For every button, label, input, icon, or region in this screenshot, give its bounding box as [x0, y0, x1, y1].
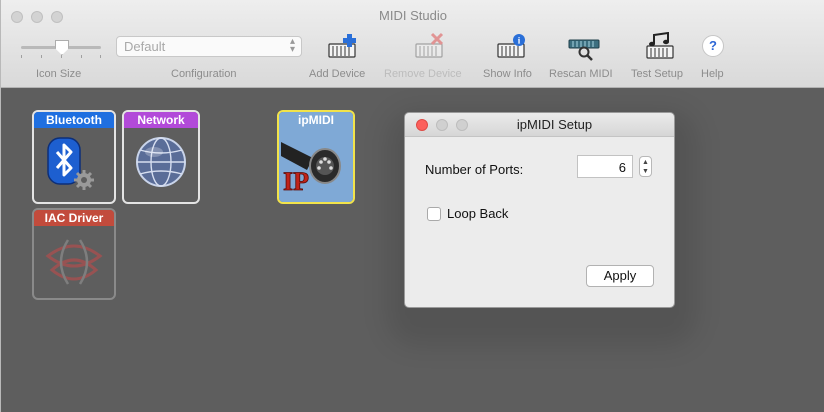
slider-ticks	[21, 55, 101, 59]
show-info-button[interactable]: i	[495, 32, 529, 62]
test-setup-icon	[646, 31, 674, 59]
select-arrows-icon: ▴ ▾	[289, 36, 295, 55]
device-label-ipmidi: ipMIDI	[279, 112, 353, 128]
icon-size-label: Icon Size	[36, 68, 82, 80]
svg-text:IP: IP	[283, 167, 309, 196]
stepper-up-icon[interactable]: ▲	[640, 158, 651, 167]
ports-stepper[interactable]: ▲ ▼	[639, 156, 652, 177]
add-device-icon	[328, 34, 356, 58]
help-label: Help	[701, 68, 724, 80]
configuration-label: Configuration	[171, 68, 237, 80]
remove-device-icon	[415, 32, 444, 58]
remove-device-label: Remove Device	[384, 68, 462, 80]
help-button[interactable]: ?	[702, 35, 724, 57]
help-icon: ?	[709, 38, 717, 53]
apply-button[interactable]: Apply	[586, 265, 654, 287]
network-globe-icon	[124, 128, 198, 202]
number-of-ports-field[interactable]: 6	[577, 155, 633, 178]
loop-back-label: Loop Back	[447, 206, 509, 221]
device-tile-iac-driver[interactable]: IAC Driver	[32, 208, 116, 300]
device-label-bluetooth: Bluetooth	[34, 112, 114, 128]
dialog-title: ipMIDI Setup	[516, 117, 593, 132]
dialog-titlebar: ipMIDI Setup	[405, 113, 674, 137]
device-label-iac-driver: IAC Driver	[34, 210, 114, 226]
number-of-ports-label: Number of Ports:	[425, 162, 524, 177]
device-tile-bluetooth[interactable]: Bluetooth	[32, 110, 116, 204]
device-label-network: Network	[124, 112, 198, 128]
rescan-midi-label: Rescan MIDI	[549, 68, 613, 80]
icon-size-slider-knob[interactable]	[55, 40, 69, 55]
add-device-button[interactable]	[326, 32, 360, 62]
bluetooth-icon	[34, 128, 114, 202]
test-setup-label: Test Setup	[631, 68, 683, 80]
configuration-value: Default	[124, 39, 166, 54]
rescan-midi-button[interactable]	[567, 32, 601, 62]
ipmidi-connector-icon: IP	[279, 128, 353, 202]
titlebar-toolbar: MIDI Studio Icon Size Default ▴ ▾ Configu…	[1, 0, 824, 88]
device-tile-network[interactable]: Network	[122, 110, 200, 204]
show-info-icon: i	[497, 34, 525, 58]
device-tile-ipmidi[interactable]: ipMIDI IP	[277, 110, 355, 204]
test-setup-button[interactable]	[644, 31, 678, 62]
window-title: MIDI Studio	[379, 8, 447, 23]
loop-back-checkbox[interactable]	[427, 207, 441, 221]
configuration-select[interactable]: Default ▴ ▾	[116, 36, 302, 57]
add-device-label: Add Device	[309, 68, 366, 80]
rescan-midi-icon	[568, 39, 600, 61]
stepper-down-icon[interactable]: ▼	[640, 167, 651, 176]
iac-driver-icon	[34, 226, 114, 298]
show-info-label: Show Info	[483, 68, 532, 80]
remove-device-button[interactable]	[413, 32, 447, 62]
ipmidi-setup-dialog: ipMIDI Setup Number of Ports: 6 ▲ ▼ Loop…	[404, 112, 675, 308]
midi-studio-window: MIDI Studio Icon Size Default ▴ ▾ Configu…	[0, 0, 824, 412]
